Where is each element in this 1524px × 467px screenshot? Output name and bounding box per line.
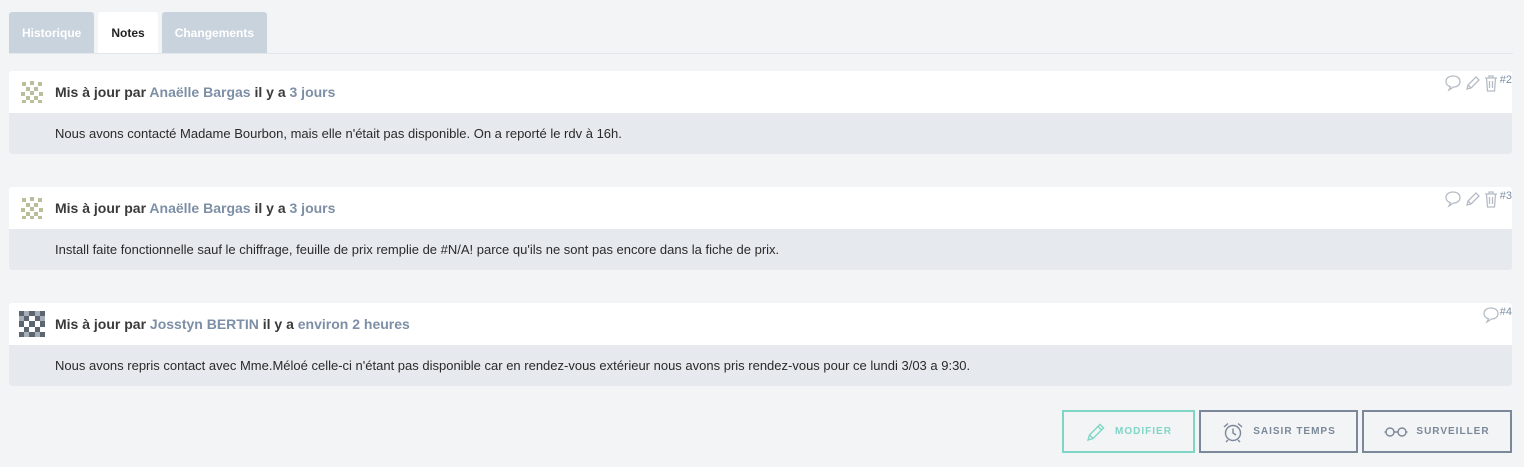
note-number[interactable]: #3 (1500, 190, 1512, 202)
watch-label: SURVEILLER (1416, 426, 1490, 437)
tab-changements[interactable]: Changements (161, 12, 268, 54)
alarm-clock-icon (1223, 422, 1243, 442)
note-time-link[interactable]: 3 jours (290, 84, 336, 100)
note-item: Mis à jour par Josstyn BERTIN il y a env… (9, 303, 1512, 386)
note-text: Nous avons repris contact avec Mme.Méloé… (9, 345, 1512, 386)
note-actions: #2 (1443, 73, 1512, 93)
speech-bubble-icon[interactable] (1482, 305, 1500, 325)
log-time-label: SAISIR TEMPS (1253, 426, 1336, 437)
note-time-link[interactable]: environ 2 heures (298, 316, 410, 332)
note-author-link[interactable]: Anaëlle Bargas (149, 84, 250, 100)
watch-button[interactable]: SURVEILLER (1362, 410, 1512, 453)
note-header: Mis à jour par Anaëlle Bargas il y a 3 j… (9, 71, 1512, 113)
modify-label: MODIFIER (1115, 426, 1172, 437)
note-item: Mis à jour par Anaëlle Bargas il y a 3 j… (9, 71, 1512, 154)
note-mid: il y a (254, 84, 286, 100)
avatar[interactable] (19, 195, 45, 221)
speech-bubble-icon[interactable] (1444, 73, 1462, 93)
avatar[interactable] (19, 311, 45, 337)
note-item: Mis à jour par Anaëlle Bargas il y a 3 j… (9, 187, 1512, 270)
note-meta: Mis à jour par Josstyn BERTIN il y a env… (55, 316, 410, 332)
tab-bar: Historique Notes Changements (9, 12, 268, 54)
pencil-icon[interactable] (1463, 189, 1481, 209)
note-author-link[interactable]: Anaëlle Bargas (149, 200, 250, 216)
note-text: Nous avons contacté Madame Bourbon, mais… (9, 113, 1512, 154)
note-actions: #3 (1443, 189, 1512, 209)
pencil-icon (1087, 423, 1105, 441)
note-time-link[interactable]: 3 jours (290, 200, 336, 216)
note-number[interactable]: #4 (1500, 306, 1512, 318)
log-time-button[interactable]: SAISIR TEMPS (1199, 410, 1358, 453)
modify-button[interactable]: MODIFIER (1062, 410, 1195, 453)
speech-bubble-icon[interactable] (1444, 189, 1462, 209)
tab-notes[interactable]: Notes (98, 12, 158, 54)
note-prefix: Mis à jour par (55, 84, 147, 100)
note-header: Mis à jour par Josstyn BERTIN il y a env… (9, 303, 1512, 345)
trash-icon[interactable] (1482, 189, 1500, 209)
note-mid: il y a (262, 316, 294, 332)
note-meta: Mis à jour par Anaëlle Bargas il y a 3 j… (55, 200, 335, 216)
avatar[interactable] (19, 79, 45, 105)
pencil-icon[interactable] (1463, 73, 1481, 93)
glasses-icon (1384, 426, 1408, 437)
note-prefix: Mis à jour par (55, 316, 147, 332)
note-author-link[interactable]: Josstyn BERTIN (150, 316, 259, 332)
note-text: Install faite fonctionnelle sauf le chif… (9, 229, 1512, 270)
note-actions: #4 (1481, 305, 1512, 325)
note-mid: il y a (254, 200, 286, 216)
tab-historique[interactable]: Historique (9, 12, 95, 54)
tab-divider (9, 53, 1513, 54)
note-header: Mis à jour par Anaëlle Bargas il y a 3 j… (9, 187, 1512, 229)
note-prefix: Mis à jour par (55, 200, 147, 216)
note-number[interactable]: #2 (1500, 74, 1512, 86)
note-meta: Mis à jour par Anaëlle Bargas il y a 3 j… (55, 84, 335, 100)
trash-icon[interactable] (1482, 73, 1500, 93)
